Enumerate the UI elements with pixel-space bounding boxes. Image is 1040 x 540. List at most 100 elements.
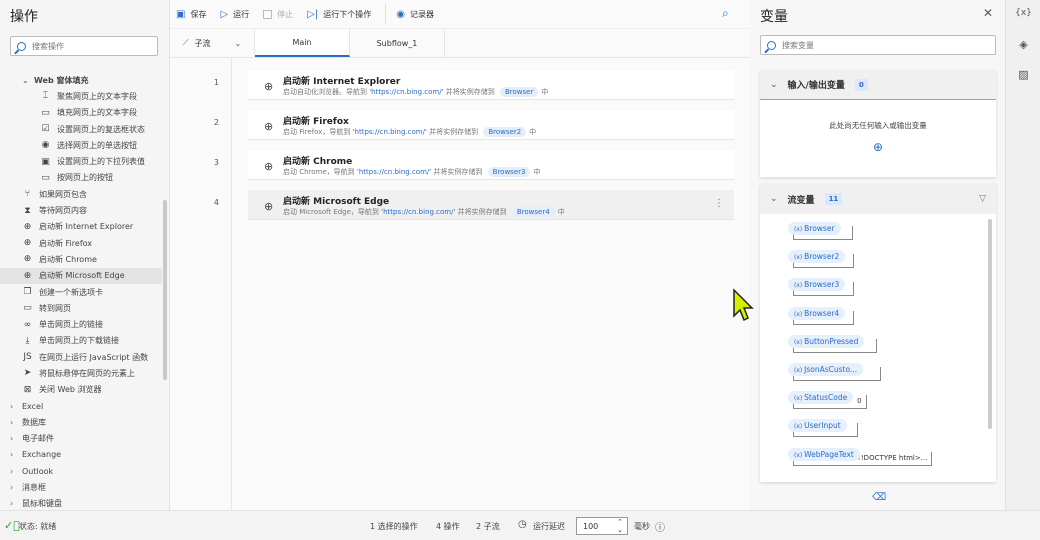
variable-icon: (x)	[794, 451, 805, 459]
tree-group[interactable]: › 电子邮件	[0, 431, 162, 447]
chevron-down-icon: ⌄	[770, 194, 778, 204]
more-options-icon[interactable]: ⋮	[714, 198, 724, 209]
layers-icon[interactable]: ◈	[1006, 38, 1040, 51]
action-row[interactable]: ⊕ 启动新 Chrome 启动 Chrome，导航到 'https://cn.bin…	[248, 150, 734, 180]
tree-item[interactable]: ∞ 单击网页上的链接	[0, 316, 162, 332]
close-icon[interactable]: ✕	[983, 6, 993, 20]
tree-item[interactable]: ⊕ 启动新 Chrome	[0, 251, 162, 267]
variable-name: ButtonPressed	[804, 336, 859, 346]
variable-chip[interactable]: (x) JsonAsCusto...	[788, 363, 864, 376]
tree-item[interactable]: ◉ 选择网页上的单选按钮	[0, 137, 162, 153]
action-row[interactable]: ⊕ 启动新 Internet Explorer 启动自动化浏览器。导航到 'http…	[248, 70, 734, 100]
stop-button[interactable]: 停止	[263, 9, 293, 20]
action-row[interactable]: ⊕ 启动新 Firefox 启动 Firefox，导航到 'https://cn.b…	[248, 110, 734, 140]
tree-item[interactable]: ⊕ 启动新 Microsoft Edge	[0, 267, 162, 284]
image-icon[interactable]: ▨	[1006, 68, 1040, 81]
variable-chip[interactable]: (x) Browser4	[788, 306, 846, 320]
record-icon: ◉	[396, 8, 405, 20]
tree-item[interactable]: ▣ 设置网页上的下拉列表值	[0, 153, 162, 169]
tree-item[interactable]: ▭ 填充网页上的文本字段	[0, 105, 162, 121]
tree-item-label: 创建一个新选项卡	[39, 287, 103, 297]
window-icon: ▭	[23, 303, 32, 314]
variable-chip[interactable]: (x) Browser	[788, 222, 841, 235]
variables-icon[interactable]: {x}	[1006, 8, 1040, 18]
tree-group[interactable]: › Outlook	[0, 463, 162, 479]
variable-chip[interactable]: (x) StatusCode	[788, 391, 854, 405]
subflows-dropdown[interactable]: ⟋ 子流 ⌄	[170, 29, 255, 57]
scrollbar[interactable]	[163, 200, 167, 380]
tree-item-label: 关闭 Web 浏览器	[39, 385, 102, 395]
variable-name: Browser3	[804, 280, 840, 290]
search-variables-input[interactable]: 搜索变量	[760, 35, 996, 55]
tree-group[interactable]: ⌄ Web 窗体填充	[0, 72, 162, 88]
tree-item[interactable]: ⊕ 启动新 Firefox	[0, 235, 162, 251]
tab-main[interactable]: Main	[255, 29, 350, 57]
run-next-button[interactable]: ▷| 运行下个操作	[307, 9, 371, 20]
action-title: 启动新 Internet Explorer	[283, 77, 401, 87]
variable-chip[interactable]: (x) Browser2	[788, 250, 846, 264]
tree-item[interactable]: ⧗ 等待网页内容	[0, 202, 162, 218]
variable-chip[interactable]: (x) ButtonPressed	[788, 334, 865, 348]
stepper-icon[interactable]: ⌃ ⌄	[617, 518, 623, 534]
js-icon: JS	[23, 352, 32, 363]
tree-item[interactable]: ⤓ 单击网页上的下载链接	[0, 333, 162, 349]
tree-item-label: 数据库	[22, 417, 46, 427]
variable-chip: Browser4	[511, 207, 555, 217]
flow-variables-header[interactable]: ⌄ 流变量 11 ▽	[760, 184, 996, 214]
tree-item[interactable]: ▭ 转到网页	[0, 300, 162, 316]
run-button[interactable]: ▷ 运行	[220, 9, 249, 20]
tree-item[interactable]: ⊠ 关闭 Web 浏览器	[0, 382, 162, 398]
description-text: 中	[533, 168, 541, 176]
variable-icon: (x)	[794, 423, 805, 431]
delay-value: 100	[583, 522, 599, 531]
chevron-down-icon: ⌄	[22, 75, 29, 85]
variable-chip[interactable]: (x) UserInput	[788, 419, 847, 433]
tree-item-label: 将鼠标悬停在网页的元素上	[39, 368, 135, 378]
globe-icon: ⊕	[23, 221, 32, 232]
tree-item[interactable]: ➤ 将鼠标悬停在网页的元素上	[0, 365, 162, 381]
save-button[interactable]: ▣ 保存	[176, 9, 206, 20]
description-text: 并将实例存储到	[443, 88, 497, 96]
tree-group[interactable]: › Exchange	[0, 447, 162, 463]
tab-subflow-1[interactable]: Subflow_1	[350, 29, 445, 57]
tree-group[interactable]: › 消息框	[0, 479, 162, 495]
delay-input[interactable]: 100 ⌃ ⌄	[576, 517, 628, 535]
io-variables-header[interactable]: ⌄ 输入/输出变量 0	[760, 70, 996, 100]
recorder-button[interactable]: ◉ 记录器	[385, 4, 434, 24]
url-text: 'https://cn.bing.com/'	[369, 88, 444, 96]
tree-item[interactable]: ⌶ 聚焦网页上的文本字段	[0, 88, 162, 104]
variable-name: Browser	[804, 224, 835, 233]
variable-chip[interactable]: (x) WebPageText	[788, 447, 860, 461]
globe-icon: ⊕	[23, 254, 32, 265]
globe-icon: ⊕	[264, 120, 274, 133]
tree-item[interactable]: ▭ 按网页上的按钮	[0, 170, 162, 186]
tree-item[interactable]: JS 在网页上运行 JavaScript 函数	[0, 349, 162, 365]
tree-item[interactable]: ⑂ 如果网页包含	[0, 186, 162, 202]
description-text: 中	[557, 208, 565, 216]
tree-item[interactable]: ❐ 创建一个新选项卡	[0, 284, 162, 300]
chevron-right-icon: ›	[10, 434, 14, 444]
tree-item-label: 选择网页上的单选按钮	[57, 140, 137, 150]
info-icon[interactable]: ⓘ	[655, 519, 665, 534]
play-icon: ▷	[220, 8, 229, 20]
description-text: 并将实例存储到	[426, 128, 481, 136]
filter-icon[interactable]: ▽	[979, 194, 986, 204]
search-icon[interactable]: ⌕	[722, 6, 729, 21]
tree-item[interactable]: ⊕ 启动新 Internet Explorer	[0, 219, 162, 235]
variables-panel: 变量 ✕ 搜索变量 ⌄ 输入/输出变量 0 此处尚无任何输入或输出变量 ⊕ ⌄ 流变量…	[760, 0, 1005, 510]
tree-item-label: 启动新 Chrome	[39, 254, 97, 264]
tree-group[interactable]: › 数据库	[0, 414, 162, 430]
variable-chip[interactable]: (x) Browser3	[788, 278, 846, 292]
add-variable-icon[interactable]: ⊕	[760, 140, 996, 154]
search-actions-input[interactable]: 搜索操作	[10, 36, 158, 56]
eraser-icon[interactable]: ⌫	[872, 492, 886, 503]
action-description: 启动 Chrome，导航到 'https://cn.bing.com/' 并将实…	[283, 167, 540, 177]
subflows-count: 2 子流	[476, 522, 500, 531]
scrollbar[interactable]	[988, 219, 992, 429]
actions-panel: 操作 搜索操作 ⌄ Web 窗体填充 ⌶ 聚焦网页上的文本字段 ▭ 填充网页上的文本字段 ☑…	[0, 0, 170, 510]
tree-group[interactable]: › Excel	[0, 398, 162, 414]
subflow-label: 子流	[194, 38, 211, 48]
globe-icon: ⊕	[264, 80, 274, 93]
tree-item[interactable]: ☑ 设置网页上的复选框状态	[0, 121, 162, 137]
action-row[interactable]: ⊕ 启动新 Microsoft Edge 启动 Microsoft Edge，导航到…	[248, 190, 734, 220]
